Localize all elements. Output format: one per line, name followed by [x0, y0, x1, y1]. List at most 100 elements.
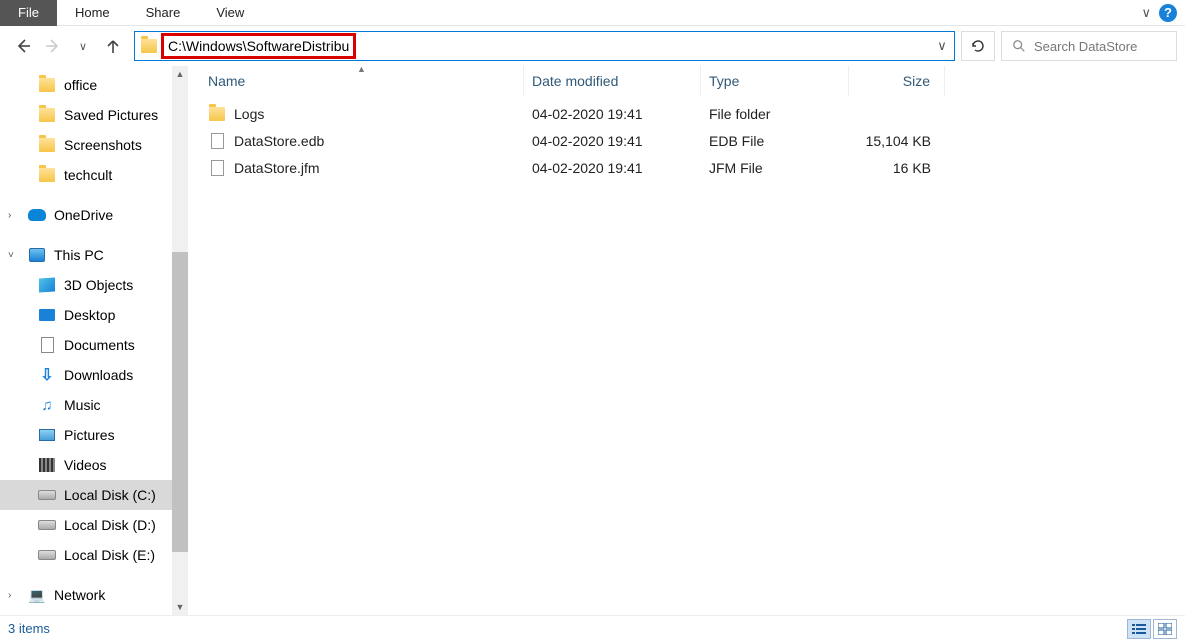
drive-icon	[38, 517, 56, 533]
folder-icon	[38, 107, 56, 123]
expand-caret-icon[interactable]: ›	[8, 210, 20, 221]
address-folder-icon	[139, 39, 159, 53]
net-icon: 💻	[28, 587, 46, 603]
view-details-button[interactable]	[1127, 619, 1151, 639]
ribbon: File Home Share View ∨ ?	[0, 0, 1185, 26]
thispc-icon	[28, 247, 46, 263]
scroll-up-icon[interactable]: ▲	[172, 66, 188, 82]
tree-label: Local Disk (C:)	[64, 487, 156, 503]
file-size: 15,104 KB	[849, 133, 945, 149]
tab-share[interactable]: Share	[128, 0, 199, 26]
file-type: EDB File	[701, 133, 849, 149]
file-row[interactable]: Logs 04-02-2020 19:41File folder	[200, 100, 1185, 127]
tree-label: Network	[54, 587, 105, 603]
file-name: DataStore.edb	[234, 133, 324, 149]
search-placeholder: Search DataStore	[1034, 39, 1137, 54]
tree-item-office[interactable]: office	[0, 70, 172, 100]
file-icon	[208, 133, 226, 149]
tree-label: OneDrive	[54, 207, 113, 223]
column-date[interactable]: Date modified	[524, 66, 701, 96]
tree-item-downloads[interactable]: ⇩Downloads	[0, 360, 172, 390]
file-row[interactable]: DataStore.jfm04-02-2020 19:41JFM File16 …	[200, 154, 1185, 181]
ribbon-collapse-icon[interactable]: ∨	[1141, 5, 1151, 21]
file-row[interactable]: DataStore.edb 04-02-2020 19:41EDB File15,…	[200, 127, 1185, 154]
sort-indicator-icon: ▲	[200, 64, 523, 70]
tree-item-saved-pictures[interactable]: Saved Pictures	[0, 100, 172, 130]
music-icon: ♫	[38, 397, 56, 413]
tree-item-desktop[interactable]: Desktop	[0, 300, 172, 330]
view-thumbnails-button[interactable]	[1153, 619, 1177, 639]
file-date: 04-02-2020 19:41	[524, 133, 701, 149]
folder-icon	[38, 167, 56, 183]
column-type[interactable]: Type	[701, 66, 849, 96]
tree-label: Local Disk (D:)	[64, 517, 156, 533]
address-input[interactable]	[168, 38, 349, 54]
desktop-icon	[38, 307, 56, 323]
tree-label: Pictures	[64, 427, 115, 443]
file-list: ▲ Name Date modified Type Size Logs 04-02…	[188, 66, 1185, 615]
expand-caret-icon[interactable]: ˅	[8, 250, 20, 261]
scroll-down-icon[interactable]: ▼	[172, 599, 188, 615]
status-bar: 3 items	[0, 615, 1185, 641]
pic-icon	[38, 427, 56, 443]
tree-label: techcult	[64, 167, 112, 183]
address-dropdown-icon[interactable]: ∨	[930, 38, 954, 54]
tree-label: Videos	[64, 457, 107, 473]
up-button[interactable]	[104, 37, 122, 55]
onedrive-icon	[28, 207, 46, 223]
column-headers: ▲ Name Date modified Type Size	[188, 66, 1185, 96]
search-icon	[1012, 39, 1026, 53]
sidebar-scrollbar[interactable]: ▲ ▼	[172, 66, 188, 615]
tree-item-local-disk-e-[interactable]: Local Disk (E:)	[0, 540, 172, 570]
tree-item-techcult[interactable]: techcult	[0, 160, 172, 190]
file-date: 04-02-2020 19:41	[524, 160, 701, 176]
vid-icon	[38, 457, 56, 473]
tree-item-screenshots[interactable]: Screenshots	[0, 130, 172, 160]
status-text: 3 items	[8, 621, 50, 636]
tree-label: Documents	[64, 337, 135, 353]
file-type: File folder	[701, 106, 849, 122]
refresh-button[interactable]	[961, 31, 995, 61]
tree-label: Local Disk (E:)	[64, 547, 155, 563]
tree-item-local-disk-d-[interactable]: Local Disk (D:)	[0, 510, 172, 540]
tree-label: Saved Pictures	[64, 107, 158, 123]
recent-dropdown[interactable]: ∨	[74, 37, 92, 55]
tree-label: Desktop	[64, 307, 115, 323]
sidebar: office Saved Pictures Screenshots techcult ›…	[0, 66, 188, 615]
tree-item-pictures[interactable]: Pictures	[0, 420, 172, 450]
tree-item-local-disk-c-[interactable]: Local Disk (C:)	[0, 480, 172, 510]
search-box[interactable]: Search DataStore	[1001, 31, 1177, 61]
file-date: 04-02-2020 19:41	[524, 106, 701, 122]
file-name: DataStore.jfm	[234, 160, 320, 176]
address-bar[interactable]: ∨	[134, 31, 955, 61]
doc-icon	[38, 337, 56, 353]
file-size: 16 KB	[849, 160, 945, 176]
tree-item-this-pc[interactable]: ˅This PC	[0, 240, 172, 270]
file-tab[interactable]: File	[0, 0, 57, 26]
drive-icon	[38, 547, 56, 563]
column-name[interactable]: ▲ Name	[200, 66, 524, 96]
folder-icon	[38, 77, 56, 93]
back-button[interactable]	[14, 37, 32, 55]
forward-button[interactable]	[44, 37, 62, 55]
tab-home[interactable]: Home	[57, 0, 128, 26]
file-name: Logs	[234, 106, 264, 122]
help-icon[interactable]: ?	[1159, 4, 1177, 22]
tree-item-music[interactable]: ♫ Music	[0, 390, 172, 420]
3d-icon	[38, 277, 56, 293]
tab-view[interactable]: View	[198, 0, 262, 26]
tree-item-3d-objects[interactable]: 3D Objects	[0, 270, 172, 300]
tree-label: Music	[64, 397, 101, 413]
column-size[interactable]: Size	[849, 66, 945, 96]
tree-item-onedrive[interactable]: › OneDrive	[0, 200, 172, 230]
file-icon	[208, 160, 226, 176]
scroll-thumb[interactable]	[172, 252, 188, 552]
folder-icon	[38, 137, 56, 153]
folder-icon	[208, 106, 226, 122]
tree-item-videos[interactable]: Videos	[0, 450, 172, 480]
tree-item-documents[interactable]: Documents	[0, 330, 172, 360]
expand-caret-icon[interactable]: ›	[8, 590, 20, 601]
down-icon: ⇩	[38, 367, 56, 383]
tree-item-network[interactable]: › 💻 Network	[0, 580, 172, 610]
navbar: ∨ ∨ Search DataStore	[0, 26, 1185, 66]
